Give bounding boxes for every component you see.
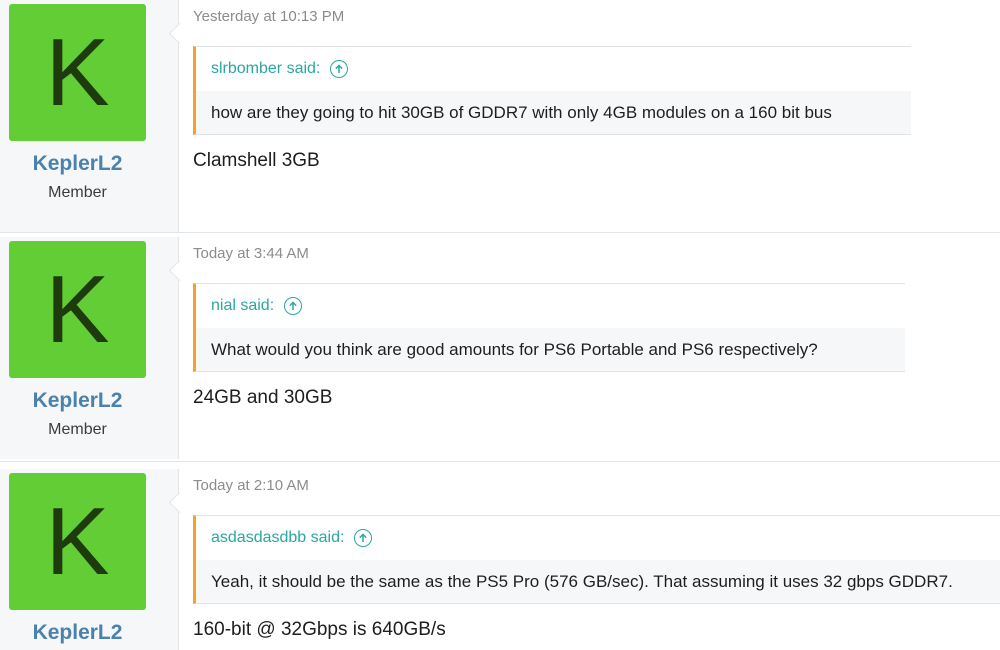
post-body: 160-bit @ 32Gbps is 640GB/s: [193, 619, 446, 640]
avatar[interactable]: K: [9, 4, 146, 141]
quote-author-link[interactable]: asdasdasdbb said:: [211, 529, 344, 547]
user-cell: K KeplerL2: [0, 469, 191, 650]
post-body: 24GB and 30GB: [193, 387, 333, 408]
quote-block: slrbomber said: how are they going to hi…: [193, 46, 911, 135]
user-title: Member: [48, 184, 107, 201]
quote-author-link[interactable]: slrbomber said:: [211, 60, 320, 78]
avatar[interactable]: K: [9, 473, 146, 610]
avatar[interactable]: K: [9, 241, 146, 378]
user-cell-arrow: [168, 491, 191, 514]
user-cell-arrow: [168, 22, 191, 45]
quote-header: asdasdasdbb said:: [196, 516, 1000, 560]
post: K KeplerL2 Today at 2:10 AM asdasdasdbb …: [0, 469, 1000, 650]
post: K KeplerL2 Member Today at 3:44 AM nial …: [0, 237, 1000, 459]
quote-block: nial said: What would you think are good…: [193, 283, 905, 372]
avatar-letter: K: [45, 255, 110, 363]
post: K KeplerL2 Member Yesterday at 10:13 PM …: [0, 0, 1000, 232]
quote-text: What would you think are good amounts fo…: [196, 328, 905, 371]
avatar-letter: K: [45, 487, 110, 595]
post-timestamp[interactable]: Today at 3:44 AM: [193, 245, 309, 262]
arrow-up-circle-icon[interactable]: [330, 60, 349, 78]
quote-text: Yeah, it should be the same as the PS5 P…: [196, 560, 1000, 603]
avatar-letter: K: [45, 18, 110, 126]
post-body: Clamshell 3GB: [193, 150, 320, 171]
quote-block: asdasdasdbb said: Yeah, it should be the…: [193, 515, 1000, 604]
username-link[interactable]: KeplerL2: [0, 621, 155, 645]
username-link[interactable]: KeplerL2: [0, 389, 155, 413]
user-cell: K KeplerL2 Member: [0, 237, 191, 459]
user-cell: K KeplerL2 Member: [0, 0, 191, 232]
quote-text: how are they going to hit 30GB of GDDR7 …: [196, 91, 911, 134]
user-cell-arrow: [168, 259, 191, 282]
quote-header: nial said:: [196, 284, 905, 328]
arrow-up-circle-icon[interactable]: [354, 529, 373, 547]
username-link[interactable]: KeplerL2: [0, 152, 155, 176]
post-divider: [0, 461, 1000, 462]
post-divider: [0, 232, 1000, 233]
arrow-up-circle-icon[interactable]: [284, 297, 303, 315]
quote-header: slrbomber said:: [196, 47, 911, 91]
user-title: Member: [48, 421, 107, 438]
post-timestamp[interactable]: Yesterday at 10:13 PM: [193, 8, 344, 25]
quote-author-link[interactable]: nial said:: [211, 297, 274, 315]
post-timestamp[interactable]: Today at 2:10 AM: [193, 477, 309, 494]
